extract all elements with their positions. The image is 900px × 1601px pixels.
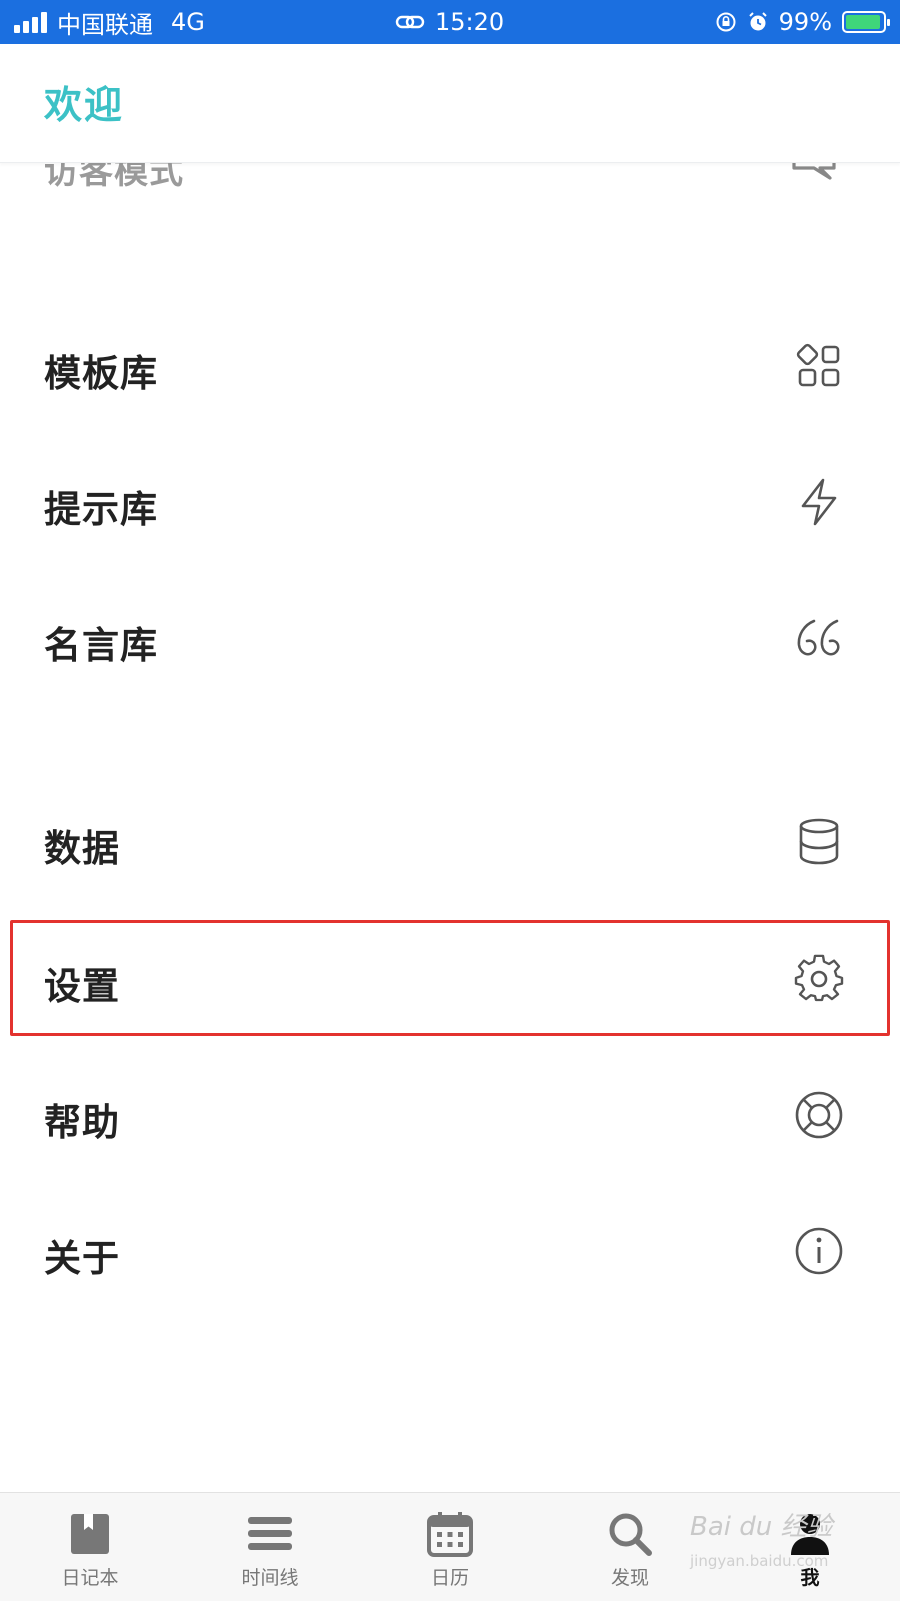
tab-label: 时间线: [241, 1567, 299, 1589]
menu-item-label: 模板库: [44, 352, 158, 395]
page-title: 欢迎: [44, 83, 125, 127]
tab-notebook[interactable]: 日记本: [0, 1493, 180, 1601]
carrier-label: 中国联通: [57, 10, 153, 39]
link-icon: [395, 15, 425, 29]
tab-label: 日历: [430, 1567, 469, 1589]
alarm-icon: [748, 12, 767, 31]
signal-icon: [14, 11, 47, 33]
menu-item-prompts[interactable]: 提示库: [0, 441, 900, 561]
menu-item-label: 关于: [44, 1237, 120, 1280]
quote-icon: [797, 619, 840, 656]
menu-item-label: 数据: [44, 827, 120, 870]
menu-item-settings[interactable]: 设置: [0, 918, 900, 1038]
battery-percent: 99%: [778, 8, 832, 36]
grid-icon: [796, 343, 840, 387]
page-header: 欢迎: [0, 44, 900, 163]
lifebuoy-icon: [795, 1091, 843, 1139]
timeline-icon: [248, 1517, 292, 1550]
tab-calendar[interactable]: 日历: [360, 1493, 540, 1601]
search-icon: [609, 1513, 652, 1556]
info-icon: [795, 1227, 843, 1275]
clock-time: 15:20: [435, 8, 505, 36]
menu-item-quotes[interactable]: 名言库: [0, 577, 900, 697]
database-icon: [799, 818, 839, 865]
menu-item-label: 名言库: [44, 624, 158, 667]
tab-timeline[interactable]: 时间线: [180, 1493, 360, 1601]
gear-icon: [794, 954, 844, 1002]
battery-charging-icon: [842, 11, 890, 33]
menu-item-label: 帮助: [44, 1101, 120, 1144]
tab-label: 日记本: [61, 1567, 119, 1589]
menu-item-data[interactable]: 数据: [0, 780, 900, 900]
status-bar: 中国联通 4G 15:20 99%: [0, 0, 900, 44]
network-label: 4G: [171, 8, 205, 36]
watermark-url: jingyan.baidu.com: [690, 1552, 829, 1570]
rotation-lock-icon: [716, 12, 736, 32]
watermark: Bai du 经验: [690, 1512, 833, 1542]
menu-item-label: 提示库: [44, 488, 158, 531]
menu-item-templates[interactable]: 模板库: [0, 305, 900, 425]
calendar-icon: [427, 1512, 473, 1557]
lightning-icon: [801, 478, 837, 526]
menu-item-help[interactable]: 帮助: [0, 1054, 900, 1174]
menu-item-label: 设置: [44, 965, 120, 1008]
menu-item-about[interactable]: 关于: [0, 1190, 900, 1310]
notebook-icon: [71, 1514, 109, 1554]
highlight-box: [10, 920, 890, 1036]
